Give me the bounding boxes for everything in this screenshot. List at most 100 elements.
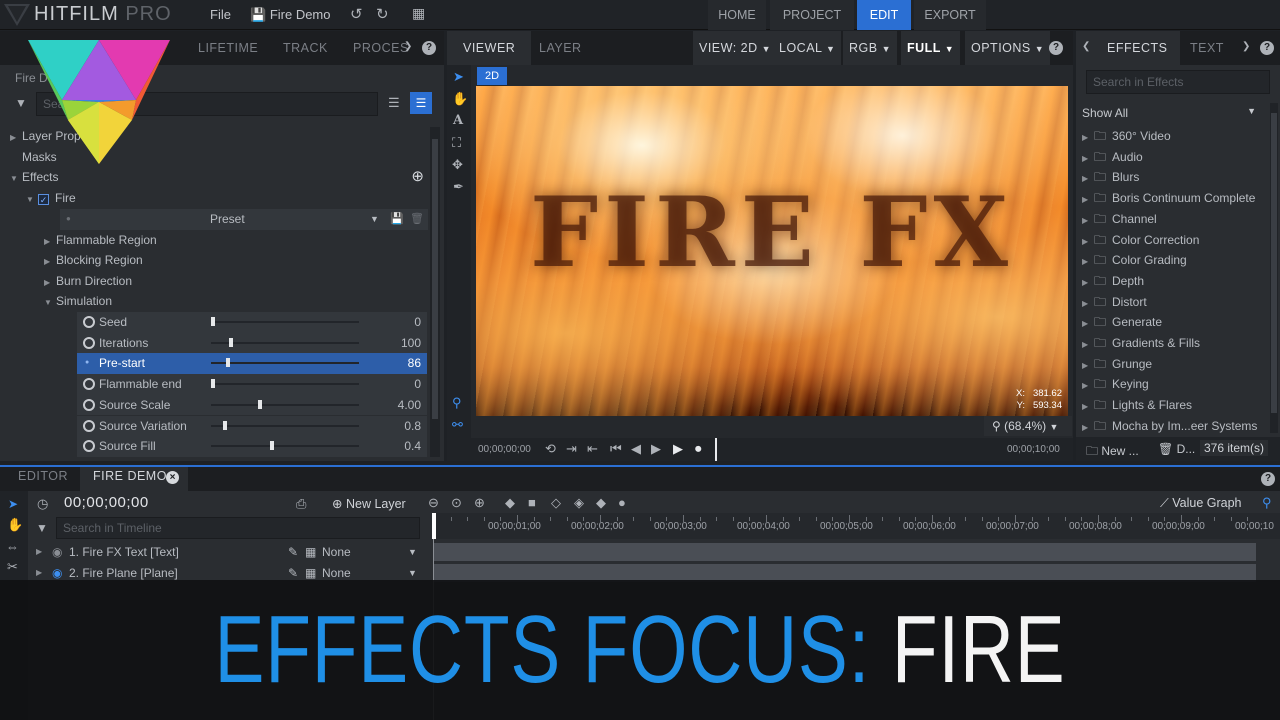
zoom-tool-icon[interactable]: ⚲ [452, 395, 462, 411]
param-value[interactable]: 0 [414, 374, 421, 395]
param-slider[interactable] [211, 379, 359, 389]
value-graph-button[interactable]: ⟋ Value Graph [1160, 496, 1242, 511]
tree-flammable-region[interactable]: ▶ Flammable Region [44, 230, 424, 251]
show-all-dropdown[interactable]: Show All ▼ [1082, 106, 1268, 124]
trash-icon[interactable]: 🗑 [410, 209, 424, 230]
effect-folder[interactable]: ▶ 🗀 Keying [1082, 374, 1268, 395]
help-icon[interactable]: ? [422, 41, 436, 55]
param-slider[interactable] [211, 317, 359, 326]
effect-folder[interactable]: ▶ 🗀 Color Grading [1082, 250, 1268, 271]
quality-dropdown[interactable]: FULL ▼ [901, 31, 961, 65]
preset-dropdown[interactable]: ● Preset ▼ 💾 🗑 [60, 209, 428, 230]
edit-icon[interactable]: ✎ [288, 542, 298, 563]
rgb-dropdown[interactable]: RGB ▼ [843, 31, 897, 65]
chevron-right-icon[interactable]: ❯ [404, 41, 412, 52]
effects-scrollbar[interactable] [1270, 103, 1278, 433]
grid-icon[interactable]: ▦ [412, 5, 425, 22]
diamond-icon[interactable]: ◆ [505, 495, 515, 511]
expand-icon[interactable]: ▶ [1082, 314, 1094, 333]
frame-back-icon[interactable]: ◀ [631, 441, 641, 457]
play-icon[interactable]: ▶ [673, 441, 683, 457]
options-dropdown[interactable]: OPTIONS ▼ [965, 31, 1051, 65]
param-value[interactable]: 86 [408, 353, 421, 374]
razor-tool-icon[interactable]: ✂ [7, 559, 18, 575]
square-icon[interactable]: ■ [528, 495, 536, 510]
param-slider[interactable] [211, 358, 359, 368]
redo-icon[interactable]: ↻ [376, 5, 389, 23]
expand-icon[interactable]: ▶ [1082, 376, 1094, 395]
tab-effects[interactable]: EFFECTS [1107, 31, 1167, 65]
param-value[interactable]: 0 [414, 312, 421, 333]
tab-lifetime[interactable]: LIFETIME [198, 31, 258, 65]
effect-folder[interactable]: ▶ 🗀 Audio [1082, 147, 1268, 168]
param-slider[interactable] [211, 441, 359, 451]
transform-tool-icon[interactable]: ⛶ [452, 135, 461, 151]
effect-folder[interactable]: ▶ 🗀 360° Video [1082, 126, 1268, 147]
timeline-timecode[interactable]: 00;00;00;00 [64, 494, 149, 511]
radio-icon[interactable] [83, 398, 95, 411]
list-view-icon[interactable]: ☰ [388, 95, 400, 111]
tab-layer[interactable]: LAYER [539, 31, 582, 65]
expand-icon[interactable]: ▶ [1082, 252, 1094, 271]
slider-knob[interactable] [228, 337, 233, 347]
tree-fire[interactable]: ▼ ✓ Fire [26, 188, 426, 209]
param-row[interactable]: Seed 0 [77, 312, 427, 333]
effect-folder[interactable]: ▶ 🗀 Gradients & Fills [1082, 333, 1268, 354]
effect-folder[interactable]: ▶ 🗀 Blurs [1082, 167, 1268, 188]
param-row[interactable]: Source Fill 0.4 [77, 436, 427, 457]
layer-name[interactable]: 1. Fire FX Text [Text] [69, 542, 179, 563]
chevron-right-icon[interactable]: ❯ [1242, 41, 1250, 52]
hand-tool-icon[interactable]: ✋ [452, 91, 468, 107]
expand-icon[interactable]: ▶ [36, 542, 48, 563]
slider-knob[interactable] [222, 420, 227, 430]
slider-knob[interactable] [270, 441, 275, 451]
param-value[interactable]: 0.4 [404, 436, 421, 457]
link-tool-icon[interactable]: ⚯ [452, 417, 463, 433]
nav-edit[interactable]: EDIT [857, 0, 911, 30]
slider-knob[interactable] [258, 399, 263, 409]
record-icon[interactable]: ⏺ [695, 441, 702, 457]
effect-folder[interactable]: ▶ 🗀 Lights & Flares [1082, 395, 1268, 416]
effect-folder[interactable]: ▶ 🗀 Color Correction [1082, 230, 1268, 251]
select-tool-icon[interactable]: ➤ [8, 497, 18, 511]
skip-back-icon[interactable]: ⏮ [610, 441, 622, 457]
export-frame-icon[interactable]: ⎙ [296, 496, 306, 512]
nav-project[interactable]: PROJECT [770, 0, 854, 30]
tab-viewer[interactable]: VIEWER [463, 31, 515, 65]
nav-export[interactable]: EXPORT [914, 0, 986, 30]
timeline-ruler[interactable]: 00;00;01;00 00;00;02;00 00;00;03;00 00;00;0… [434, 513, 1280, 539]
timeline-search-input[interactable]: Search in Timeline [56, 517, 420, 539]
diamond-outline-icon[interactable]: ◇ [551, 495, 561, 511]
expand-icon[interactable]: ▶ [1082, 211, 1094, 230]
controls-scrollbar[interactable] [430, 127, 440, 457]
param-row[interactable]: Iterations 100 [77, 332, 427, 354]
slider-knob[interactable] [211, 379, 215, 389]
radio-icon[interactable] [83, 316, 95, 328]
expand-icon[interactable]: ▶ [1082, 149, 1094, 168]
undo-icon[interactable]: ↺ [350, 5, 363, 23]
next-keyframe-icon[interactable]: ⊕ [474, 495, 485, 511]
param-slider[interactable] [211, 399, 359, 409]
timeline-layer-row[interactable]: ▶ ◉ 1. Fire FX Text [Text] ✎ ▦ None ▼ [28, 542, 1280, 562]
view-mode-dropdown[interactable]: VIEW: 2D ▼ [693, 31, 778, 65]
param-row[interactable]: Source Variation 0.8 [77, 415, 427, 437]
param-value[interactable]: 4.00 [398, 395, 421, 416]
param-slider[interactable] [211, 337, 359, 347]
filter-icon[interactable]: ▼ [15, 96, 27, 110]
pen-tool-icon[interactable]: ✒ [453, 179, 464, 195]
new-layer-button[interactable]: ⊕ New Layer [332, 496, 406, 511]
filter-icon[interactable]: ▼ [36, 521, 48, 535]
chevron-down-icon[interactable]: ▼ [408, 542, 417, 563]
param-value[interactable]: 0.8 [404, 416, 421, 437]
expand-icon[interactable]: ▶ [1082, 169, 1094, 188]
effect-folder[interactable]: ▶ 🗀 Generate [1082, 312, 1268, 333]
project-name-button[interactable]: 💾 Fire Demo [250, 7, 331, 23]
menu-file[interactable]: File [210, 7, 231, 22]
param-value[interactable]: 100 [401, 333, 421, 354]
help-icon[interactable]: ? [1049, 41, 1063, 55]
diamond-half-icon[interactable]: ◈ [574, 495, 584, 511]
delete-button[interactable]: 🗑 D... [1158, 442, 1195, 456]
expand-icon[interactable]: ▶ [1082, 335, 1094, 354]
tab-editor[interactable]: EDITOR [18, 463, 68, 489]
zoom-timeline-icon[interactable]: ⚲ [1262, 495, 1272, 511]
